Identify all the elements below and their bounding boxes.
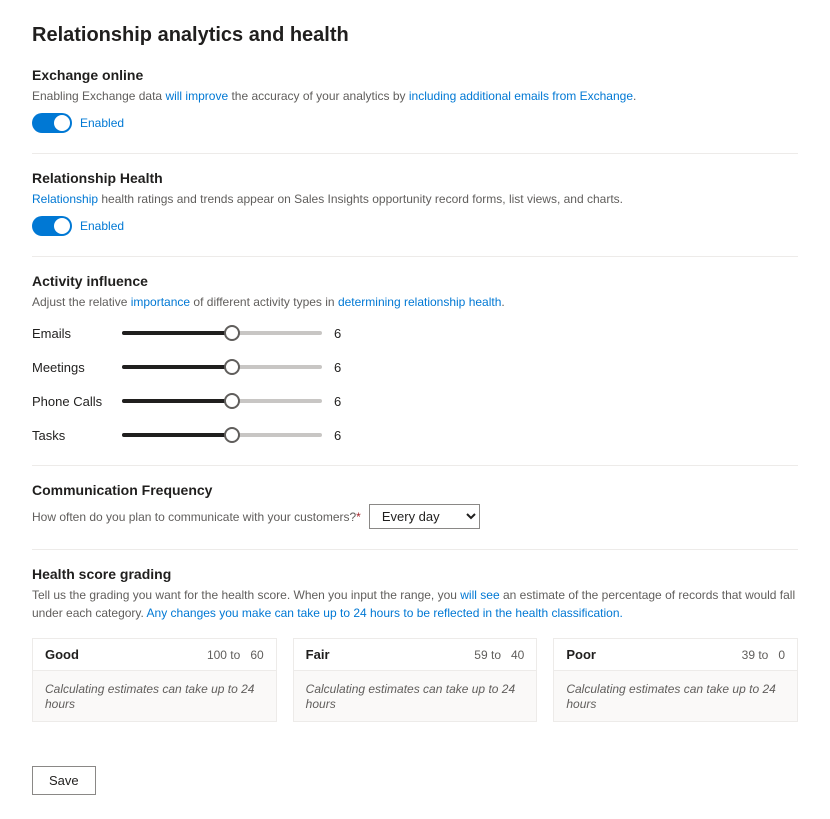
grading-card-good-header: Good 100 to 60 xyxy=(33,639,276,671)
grading-card-fair-body: Calculating estimates can take up to 24 … xyxy=(294,671,537,721)
relationship-health-toggle-label: Enabled xyxy=(80,219,124,233)
relationship-health-desc: Relationship health ratings and trends a… xyxy=(32,190,798,208)
grading-card-poor-range: 39 to 0 xyxy=(742,648,785,662)
exchange-online-title: Exchange online xyxy=(32,67,798,83)
slider-row-tasks: Tasks 6 xyxy=(32,425,798,445)
slider-tasks[interactable] xyxy=(122,425,322,445)
grading-cards-container: Good 100 to 60 Calculating estimates can… xyxy=(32,638,798,722)
page-title: Relationship analytics and health xyxy=(32,24,798,47)
relationship-health-toggle[interactable] xyxy=(32,216,72,236)
slider-phone-calls[interactable] xyxy=(122,391,322,411)
comm-freq-row: How often do you plan to communicate wit… xyxy=(32,504,798,529)
slider-label-meetings: Meetings xyxy=(32,360,122,375)
exchange-link2[interactable]: including additional emails from Exchang… xyxy=(409,89,633,103)
relationship-link[interactable]: Relationship xyxy=(32,192,98,206)
grading-card-good-body-text: Calculating estimates can take up to 24 … xyxy=(45,682,254,711)
grading-card-poor-title: Poor xyxy=(566,647,596,662)
health-score-grading-desc: Tell us the grading you want for the hea… xyxy=(32,586,798,622)
exchange-toggle-row: Enabled xyxy=(32,113,798,133)
slider-value-phone-calls: 6 xyxy=(334,394,354,409)
grading-any-changes-link[interactable]: Any changes you make can take up to 24 h… xyxy=(147,606,623,620)
activity-influence-section: Activity influence Adjust the relative i… xyxy=(32,273,798,445)
grading-card-good-range: 100 to 60 xyxy=(207,648,264,662)
health-score-grading-section: Health score grading Tell us the grading… xyxy=(32,566,798,722)
health-score-grading-title: Health score grading xyxy=(32,566,798,582)
activity-importance-link[interactable]: importance xyxy=(131,295,190,309)
grading-card-good-title: Good xyxy=(45,647,79,662)
grading-card-fair-range: 59 to 40 xyxy=(474,648,524,662)
exchange-link1[interactable]: will improve xyxy=(165,89,228,103)
grading-will-see-link[interactable]: will see xyxy=(460,588,499,602)
divider-4 xyxy=(32,549,798,550)
slider-label-emails: Emails xyxy=(32,326,122,341)
slider-label-tasks: Tasks xyxy=(32,428,122,443)
comm-freq-select[interactable]: Every day Every week Every month xyxy=(369,504,480,529)
slider-row-emails: Emails 6 xyxy=(32,323,798,343)
grading-card-poor-header: Poor 39 to 0 xyxy=(554,639,797,671)
grading-card-good-body: Calculating estimates can take up to 24 … xyxy=(33,671,276,721)
activity-influence-title: Activity influence xyxy=(32,273,798,289)
activity-determining-link[interactable]: determining relationship health xyxy=(338,295,501,309)
divider-2 xyxy=(32,256,798,257)
comm-freq-label: How often do you plan to communicate wit… xyxy=(32,510,361,524)
grading-card-good: Good 100 to 60 Calculating estimates can… xyxy=(32,638,277,722)
save-button[interactable]: Save xyxy=(32,766,96,795)
slider-meetings[interactable] xyxy=(122,357,322,377)
slider-value-meetings: 6 xyxy=(334,360,354,375)
exchange-online-desc: Enabling Exchange data will improve the … xyxy=(32,87,798,105)
exchange-online-section: Exchange online Enabling Exchange data w… xyxy=(32,67,798,133)
exchange-toggle-label: Enabled xyxy=(80,116,124,130)
exchange-toggle[interactable] xyxy=(32,113,72,133)
slider-value-emails: 6 xyxy=(334,326,354,341)
divider-1 xyxy=(32,153,798,154)
grading-card-fair-body-text: Calculating estimates can take up to 24 … xyxy=(306,682,515,711)
relationship-health-section: Relationship Health Relationship health … xyxy=(32,170,798,236)
communication-frequency-section: Communication Frequency How often do you… xyxy=(32,482,798,529)
slider-row-phone-calls: Phone Calls 6 xyxy=(32,391,798,411)
grading-card-fair-header: Fair 59 to 40 xyxy=(294,639,537,671)
slider-value-tasks: 6 xyxy=(334,428,354,443)
grading-card-poor-body-text: Calculating estimates can take up to 24 … xyxy=(566,682,775,711)
slider-label-phone-calls: Phone Calls xyxy=(32,394,122,409)
relationship-health-toggle-row: Enabled xyxy=(32,216,798,236)
sliders-container: Emails 6 Meetings 6 Phone Calls xyxy=(32,323,798,445)
grading-card-poor-body: Calculating estimates can take up to 24 … xyxy=(554,671,797,721)
slider-row-meetings: Meetings 6 xyxy=(32,357,798,377)
slider-emails[interactable] xyxy=(122,323,322,343)
divider-3 xyxy=(32,465,798,466)
grading-card-fair-title: Fair xyxy=(306,647,330,662)
relationship-health-title: Relationship Health xyxy=(32,170,798,186)
grading-card-poor: Poor 39 to 0 Calculating estimates can t… xyxy=(553,638,798,722)
activity-influence-desc: Adjust the relative importance of differ… xyxy=(32,293,798,311)
grading-card-fair: Fair 59 to 40 Calculating estimates can … xyxy=(293,638,538,722)
communication-frequency-title: Communication Frequency xyxy=(32,482,798,498)
required-star: * xyxy=(356,510,361,524)
